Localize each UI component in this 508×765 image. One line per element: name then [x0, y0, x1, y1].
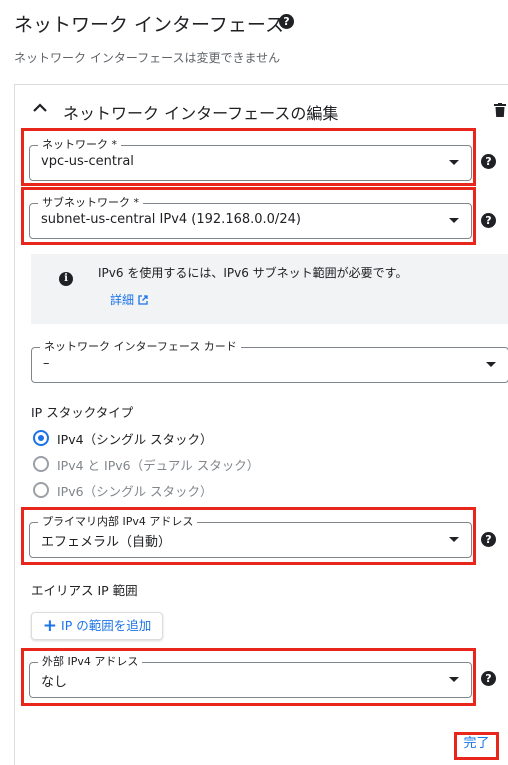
network-select[interactable]: ネットワーク * vpc-us-central — [29, 138, 472, 181]
external-ip-help-icon[interactable]: ? — [481, 671, 496, 686]
external-link-icon — [138, 293, 148, 307]
dropdown-arrow-icon — [449, 537, 459, 542]
external-ip-select[interactable]: 外部 IPv4 アドレス なし — [29, 655, 472, 698]
panel-title: ネットワーク インターフェースの編集 — [63, 104, 339, 123]
radio-ipv6-single[interactable]: IPv6（シングル スタック） — [31, 480, 291, 500]
learn-more-link[interactable]: 詳細 — [110, 291, 148, 308]
subnetwork-label: サブネットワーク * — [38, 196, 143, 210]
trash-icon[interactable] — [494, 102, 506, 121]
info-text: IPv6 を使用するには、IPv6 サブネット範囲が必要です。 — [98, 266, 408, 280]
radio-label: IPv4（シングル スタック） — [57, 432, 213, 447]
subnetwork-help-icon[interactable]: ? — [481, 213, 496, 228]
info-icon: i — [59, 272, 73, 286]
network-help-icon[interactable]: ? — [481, 154, 496, 169]
page-subtitle: ネットワーク インターフェースは変更できません — [14, 51, 281, 65]
nic-card-select[interactable]: ネットワーク インターフェース カード – — [31, 340, 508, 383]
network-value: vpc-us-central — [41, 154, 134, 169]
dropdown-arrow-icon — [449, 218, 459, 223]
help-circle-icon[interactable]: ? — [279, 14, 294, 29]
primary-ip-help-icon[interactable]: ? — [481, 532, 496, 547]
radio-button-selected[interactable] — [33, 430, 49, 446]
subnetwork-value: subnet-us-central IPv4 (192.168.0.0/24) — [41, 212, 301, 227]
external-ip-label: 外部 IPv4 アドレス — [38, 655, 143, 669]
ip-stack-label: IP スタックタイプ — [31, 405, 134, 420]
radio-ipv4-single[interactable]: IPv4（シングル スタック） — [31, 428, 291, 448]
primary-internal-ip-select[interactable]: プライマリ内部 IPv4 アドレス エフェメラル（自動） — [29, 515, 472, 558]
add-ip-range-label: IP の範囲を追加 — [61, 618, 152, 633]
dropdown-arrow-icon — [449, 160, 459, 165]
network-label: ネットワーク * — [38, 138, 121, 152]
alias-ip-label: エイリアス IP 範囲 — [31, 583, 138, 598]
dropdown-arrow-icon — [486, 362, 496, 367]
nic-card-value: – — [43, 356, 50, 371]
radio-dual-stack[interactable]: IPv4 と IPv6（デュアル スタック） — [31, 454, 291, 474]
subnetwork-select[interactable]: サブネットワーク * subnet-us-central IPv4 (192.1… — [29, 196, 472, 239]
page-title: ネットワーク インターフェース — [14, 14, 284, 36]
radio-button[interactable] — [33, 456, 49, 472]
primary-internal-ip-value: エフェメラル（自動） — [41, 535, 172, 550]
chevron-up-icon[interactable] — [33, 98, 47, 117]
done-button[interactable]: 完了 — [454, 732, 499, 760]
radio-button[interactable] — [33, 482, 49, 498]
learn-more-label: 詳細 — [110, 293, 135, 307]
dropdown-arrow-icon — [449, 677, 459, 682]
primary-internal-ip-label: プライマリ内部 IPv4 アドレス — [38, 515, 198, 529]
external-ip-value: なし — [41, 675, 68, 690]
plus-icon: + — [42, 616, 58, 636]
radio-label: IPv4 と IPv6（デュアル スタック） — [57, 458, 260, 473]
nic-card-label: ネットワーク インターフェース カード — [40, 340, 241, 354]
add-ip-range-button[interactable]: + IP の範囲を追加 — [31, 612, 163, 640]
radio-label: IPv6（シングル スタック） — [57, 484, 213, 499]
